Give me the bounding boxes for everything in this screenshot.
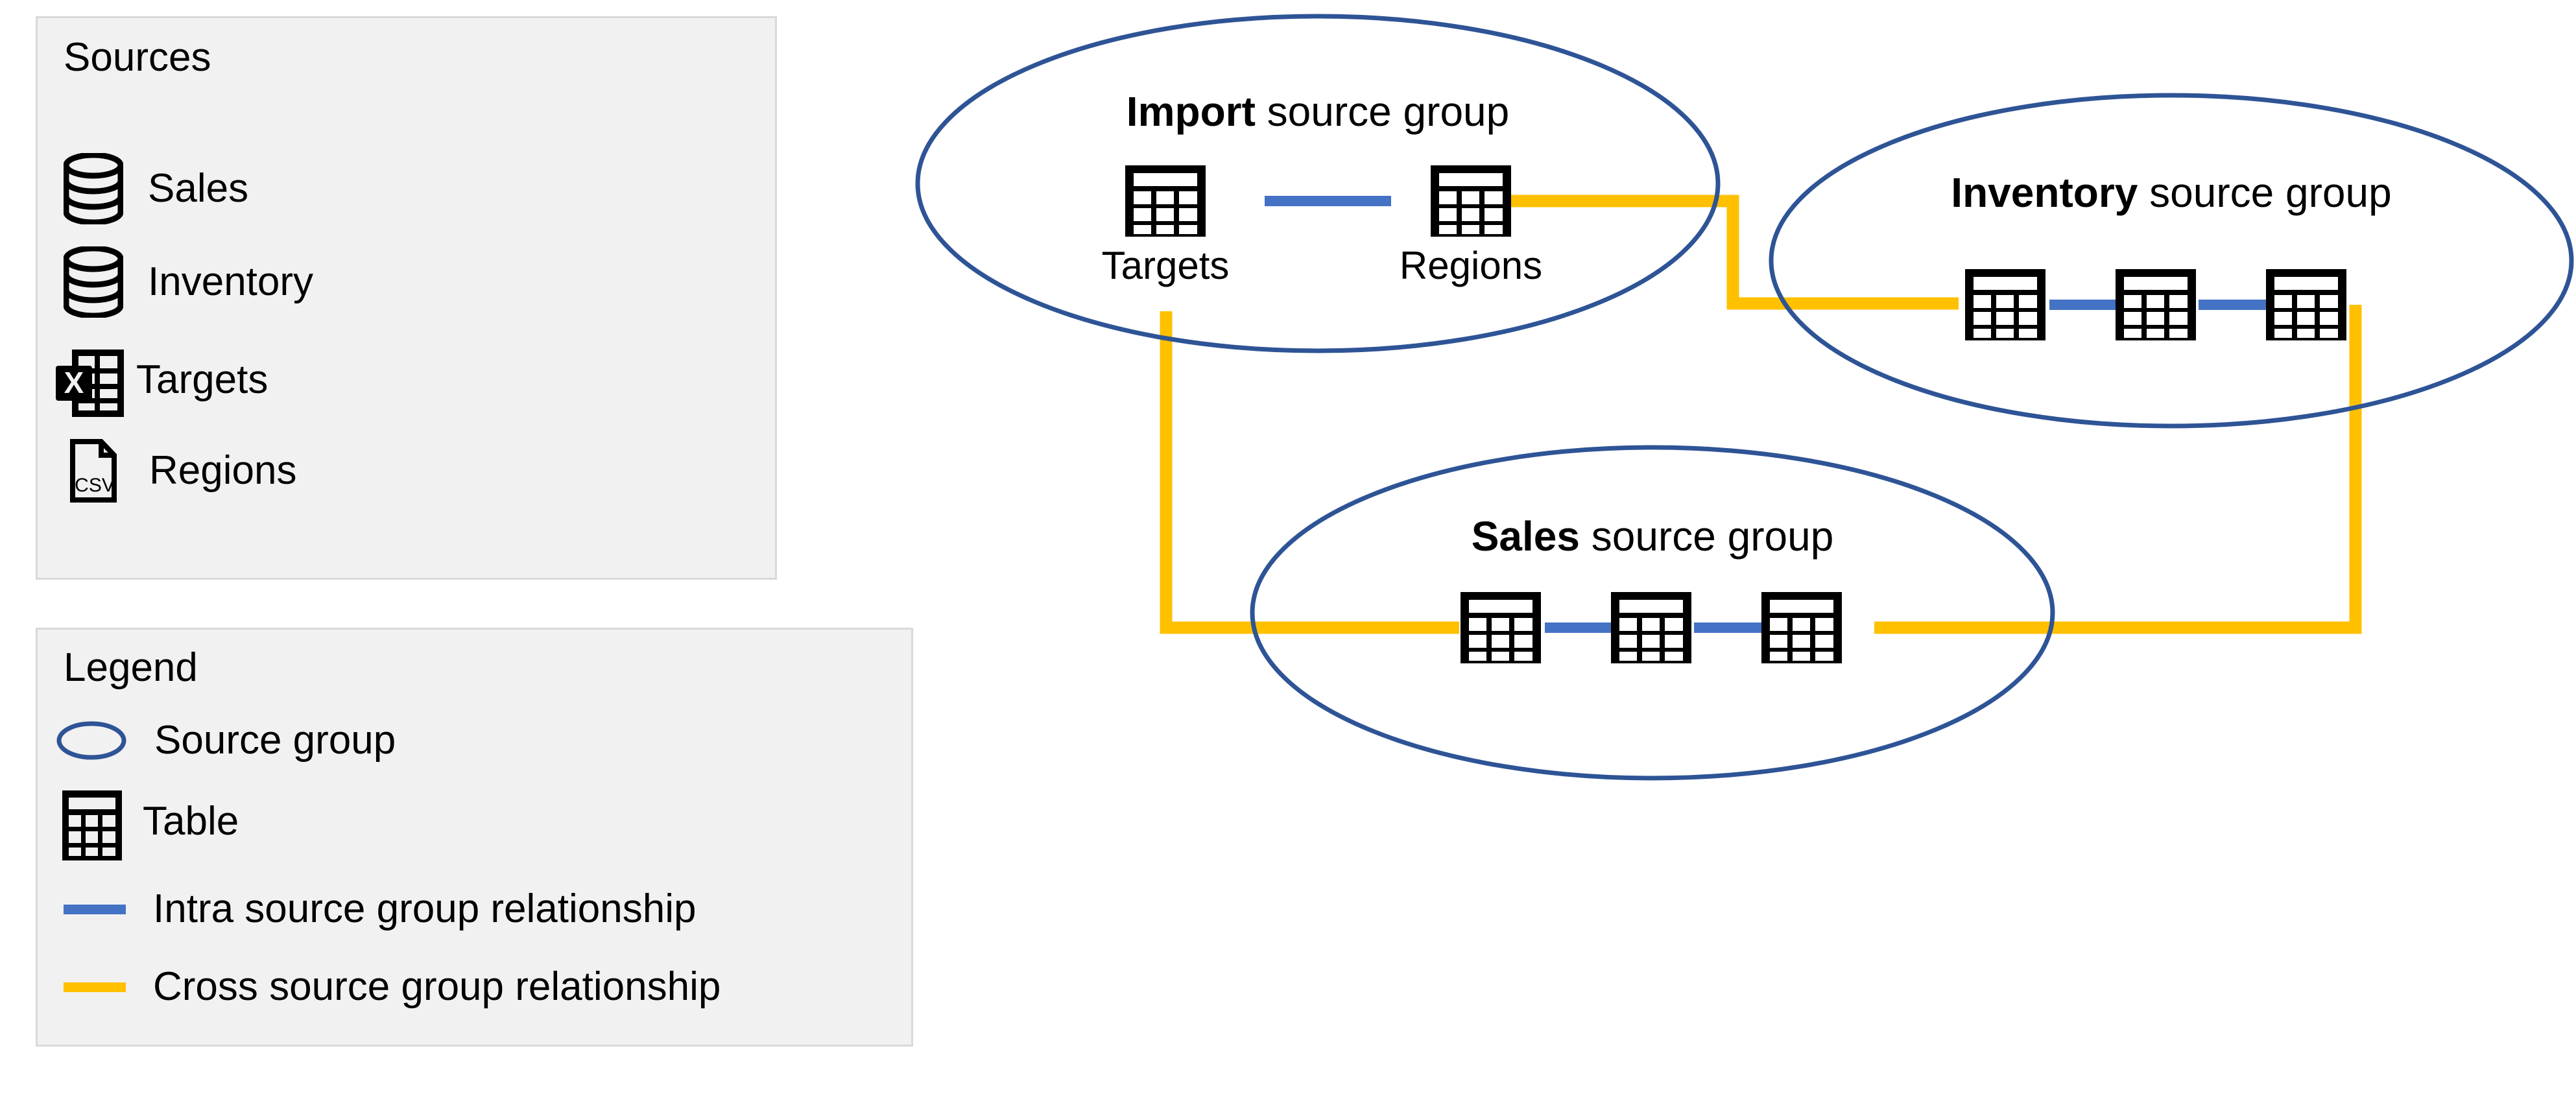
diagram-canvas: Import source group Inventory source gro… (0, 0, 2576, 1103)
cross-relationship-import-sales (1160, 311, 1459, 634)
group-name-import: Import (1126, 88, 1256, 135)
cross-relationship-inventory-sales (1874, 305, 2362, 634)
source-label-inventory: Inventory (148, 259, 314, 304)
source-list-item-regions[interactable]: CSV Regions (69, 438, 296, 503)
group-suffix-sales: source group (1579, 513, 1834, 560)
cross-relationship-import-inventory (1511, 195, 1959, 310)
ellipse-icon (56, 720, 127, 761)
legend-label-table: Table (143, 799, 239, 844)
source-label-targets: Targets (136, 357, 268, 402)
table-icon-import-regions[interactable] (1431, 165, 1511, 237)
legend-label-intra-relationship: Intra source group relationship (153, 886, 697, 931)
source-list-item-targets[interactable]: X Targets (53, 348, 268, 417)
group-name-sales: Sales (1471, 513, 1580, 560)
csv-file-icon: CSV (69, 438, 119, 503)
table-icon-inventory-1[interactable] (1965, 269, 2045, 340)
legend-item-source-group: Source group (56, 720, 396, 761)
legend-item-cross-relationship: Cross source group relationship (64, 967, 721, 1007)
table-icon-import-targets[interactable] (1125, 165, 1206, 237)
legend-item-table: Table (62, 790, 239, 860)
legend-label-cross-relationship: Cross source group relationship (153, 964, 721, 1009)
legend-panel-title: Legend (64, 645, 198, 690)
table-label-regions: Regions (1399, 244, 1543, 287)
source-group-title-sales: Sales source group (1472, 516, 1834, 557)
table-icon-inventory-2[interactable] (2116, 269, 2196, 340)
source-list-item-inventory[interactable]: Inventory (63, 245, 314, 319)
table-icon-sales-1[interactable] (1461, 592, 1541, 663)
sources-panel: Sources Sales Inventory X Targets CSV Re… (36, 16, 777, 580)
table-icon-sales-2[interactable] (1611, 592, 1691, 663)
legend-panel: Legend Source group Table Intra source g… (36, 628, 913, 1047)
source-group-title-import: Import source group (1127, 91, 1509, 132)
table-label-targets: Targets (1101, 244, 1230, 287)
database-icon (63, 152, 124, 226)
table-icon-sales-3[interactable] (1761, 592, 1842, 663)
database-icon (63, 245, 124, 319)
source-label-regions: Regions (149, 448, 297, 493)
blue-line-icon (64, 904, 126, 914)
orange-line-icon (64, 982, 126, 992)
source-list-item-sales[interactable]: Sales (63, 152, 249, 226)
group-suffix-import: source group (1255, 88, 1510, 135)
sources-panel-title: Sources (64, 35, 211, 80)
table-icon-inventory-3[interactable] (2266, 269, 2346, 340)
group-suffix-inventory: source group (2138, 169, 2392, 216)
source-group-title-inventory: Inventory source group (1951, 172, 2391, 213)
excel-file-icon: X (53, 348, 124, 417)
group-name-inventory: Inventory (1951, 169, 2138, 216)
legend-item-intra-relationship: Intra source group relationship (64, 889, 696, 929)
svg-text:CSV: CSV (75, 475, 115, 496)
table-icon (62, 790, 122, 860)
source-group-ellipse-inventory[interactable] (1769, 93, 2574, 429)
legend-label-source-group: Source group (154, 718, 396, 763)
source-label-sales: Sales (148, 166, 249, 211)
svg-text:X: X (64, 366, 84, 399)
source-group-ellipse-import[interactable] (915, 14, 1721, 353)
